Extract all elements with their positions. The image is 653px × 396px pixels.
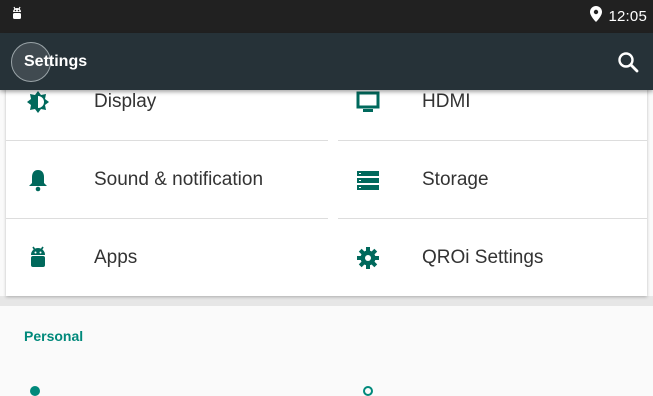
location-pin-icon [590,6,603,27]
storage-icon [356,168,380,192]
monitor-icon [356,90,380,114]
personal-section: Personal [0,306,653,396]
settings-item-qroi-settings[interactable]: QROi Settings [326,218,647,296]
status-clock: 12:05 [608,7,647,25]
bell-icon [26,168,50,192]
status-right: 12:05 [590,6,647,27]
settings-item-label: Storage [422,169,489,190]
device-settings-card: Display HDMI Sound & notification Storag… [6,60,647,296]
app-bar: Settings [0,33,653,90]
brightness-icon [26,90,50,114]
settings-item-sound-notification[interactable]: Sound & notification [6,140,327,218]
settings-item-storage[interactable]: Storage [326,140,647,218]
settings-item-label: HDMI [422,91,471,112]
settings-item-label: Apps [94,247,138,268]
android-notification-icon [10,6,24,27]
gear-icon [356,246,380,270]
status-bar: 12:05 [0,0,653,33]
section-header-personal: Personal [24,328,84,344]
settings-item-label: QROi Settings [422,247,544,268]
android-icon [26,246,50,270]
page-title: Settings [24,53,88,70]
settings-item-label: Display [94,91,157,112]
partial-lock-icon [363,386,373,396]
partial-location-icon [30,386,40,396]
settings-item-label: Sound & notification [94,169,264,190]
search-icon[interactable] [617,51,639,78]
section-separator [0,296,653,306]
settings-item-apps[interactable]: Apps [6,218,327,296]
